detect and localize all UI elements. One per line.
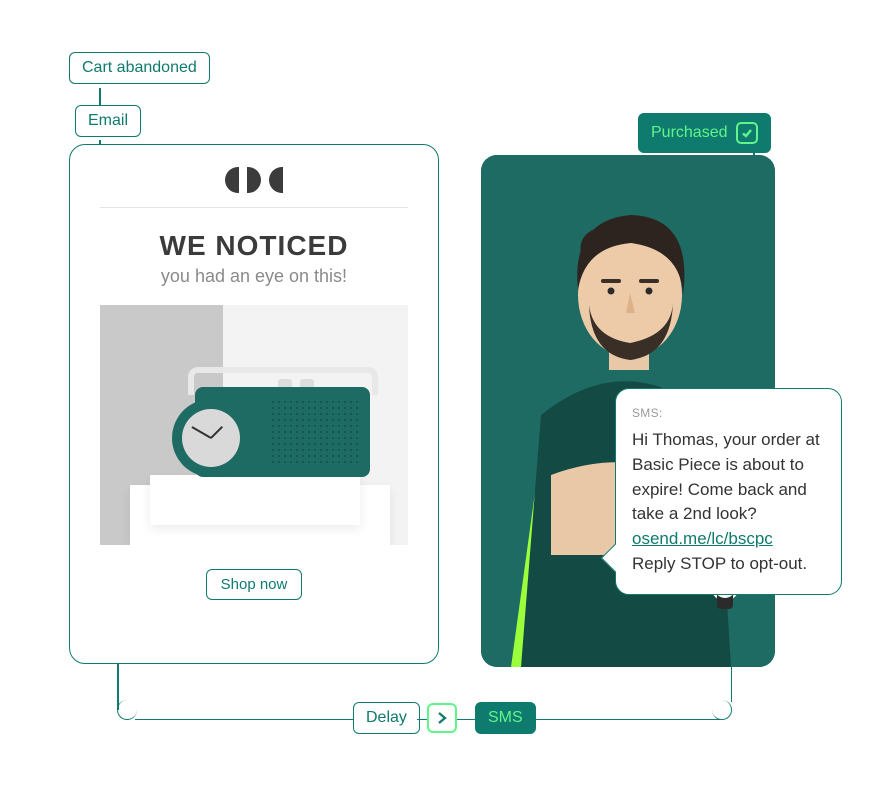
email-node[interactable]: Email [75,105,141,137]
product-image [100,305,408,545]
purchased-label: Purchased [651,124,728,142]
connector [417,719,427,721]
arrow-right-icon [427,703,457,733]
connector [135,719,354,721]
trigger-node[interactable]: Cart abandoned [69,52,210,84]
delay-node[interactable]: Delay [353,702,420,734]
sms-preview-bubble: SMS: Hi Thomas, your order at Basic Piec… [615,388,842,595]
email-preview-card: WE NOTICED you had an eye on this! Shop … [69,144,439,664]
connector [530,719,720,721]
connector [457,719,475,721]
delay-label: Delay [366,709,407,727]
connector-corner [712,700,732,720]
brand-logo [225,167,283,193]
shop-now-button[interactable]: Shop now [206,569,303,600]
sms-label: SMS: [632,405,825,422]
sms-node[interactable]: SMS [475,702,536,734]
check-icon [736,122,758,144]
email-subline: you had an eye on this! [161,266,347,287]
email-headline: WE NOTICED [160,230,349,262]
connector [731,667,733,702]
connector-corner [117,700,137,720]
connector [99,88,101,106]
divider [100,207,408,208]
trigger-label: Cart abandoned [82,59,197,77]
email-node-label: Email [88,112,128,130]
sms-body: Hi Thomas, your order at Basic Piece is … [632,428,825,576]
purchased-node[interactable]: Purchased [638,113,771,153]
sms-link[interactable]: osend.me/lc/bscpc [632,529,773,548]
sms-node-label: SMS [488,709,523,727]
